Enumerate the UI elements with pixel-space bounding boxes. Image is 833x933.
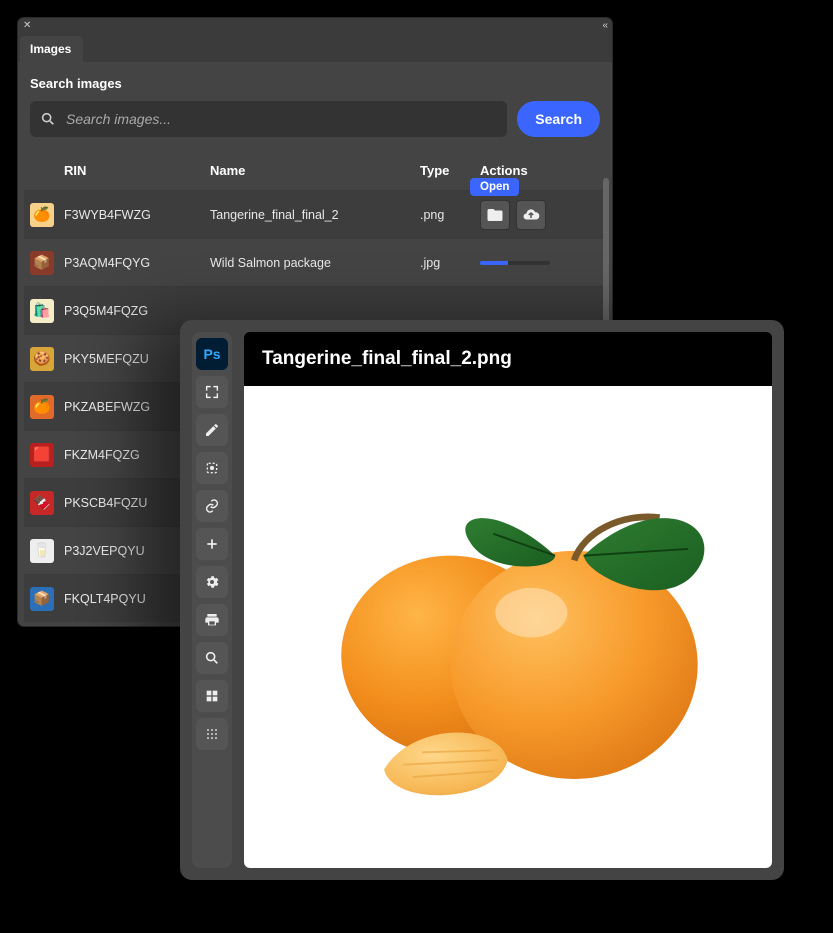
cell-rin: P3Q5M4FQZG: [64, 304, 210, 318]
thumbnail: 🍊: [30, 395, 54, 419]
tangerine-image: [270, 410, 745, 844]
thumbnail: 🍊: [30, 203, 54, 227]
photoshop-button[interactable]: Ps: [196, 338, 228, 370]
tab-images[interactable]: Images: [20, 36, 83, 62]
viewer-toolbar: Ps: [192, 332, 232, 868]
progress-bar: [480, 261, 550, 265]
cell-rin: F3WYB4FWZG: [64, 208, 210, 222]
col-rin: RIN: [64, 163, 210, 178]
print-icon[interactable]: [196, 604, 228, 636]
thumbnail: 🥛: [30, 539, 54, 563]
expand-icon[interactable]: [196, 376, 228, 408]
cell-type: .jpg: [420, 256, 480, 270]
close-icon[interactable]: ✕: [23, 20, 35, 32]
grid-large-icon[interactable]: [196, 680, 228, 712]
viewer-main: Tangerine_final_final_2.png: [244, 332, 772, 868]
search-row: Search: [18, 101, 612, 151]
search-button[interactable]: Search: [517, 101, 600, 137]
search-icon: [40, 111, 56, 127]
thumbnail: 🛍️: [30, 299, 54, 323]
open-button[interactable]: [480, 200, 510, 230]
search-box: [30, 101, 507, 137]
tooltip-open: Open: [470, 178, 519, 196]
thumbnail: 🟥: [30, 443, 54, 467]
plus-icon[interactable]: [196, 528, 228, 560]
col-name: Name: [210, 163, 420, 178]
thumbnail: 🍫: [30, 491, 54, 515]
cell-actions: [480, 261, 580, 265]
pencil-icon[interactable]: [196, 414, 228, 446]
grid-small-icon[interactable]: [196, 718, 228, 750]
canvas[interactable]: [244, 386, 772, 868]
upload-button[interactable]: [516, 200, 546, 230]
search-input[interactable]: [66, 111, 497, 127]
crop-icon[interactable]: [196, 452, 228, 484]
cell-name: Wild Salmon package: [210, 256, 420, 270]
link-icon[interactable]: [196, 490, 228, 522]
thumbnail: 📦: [30, 251, 54, 275]
search-tool-icon[interactable]: [196, 642, 228, 674]
image-viewer: Ps Tangerine_final_: [180, 320, 784, 880]
cell-type: .png: [420, 208, 480, 222]
viewer-title: Tangerine_final_final_2.png: [244, 332, 772, 386]
table-row[interactable]: 🍊 F3WYB4FWZGTangerine_final_final_2.pngOp…: [24, 190, 606, 238]
cell-name: Tangerine_final_final_2: [210, 208, 420, 222]
col-actions: Actions: [480, 163, 580, 178]
collapse-icon[interactable]: «: [602, 20, 608, 31]
thumbnail: 🍪: [30, 347, 54, 371]
cell-actions: Open: [480, 200, 580, 230]
thumbnail: 📦: [30, 587, 54, 611]
tab-row: Images: [18, 34, 612, 62]
section-label: Search images: [18, 62, 612, 101]
gear-icon[interactable]: [196, 566, 228, 598]
col-type: Type: [420, 163, 480, 178]
table-row[interactable]: 📦 P3AQM4FQYGWild Salmon package.jpg: [24, 238, 606, 286]
cell-rin: P3AQM4FQYG: [64, 256, 210, 270]
panel-titlebar: ✕ «: [18, 18, 612, 34]
